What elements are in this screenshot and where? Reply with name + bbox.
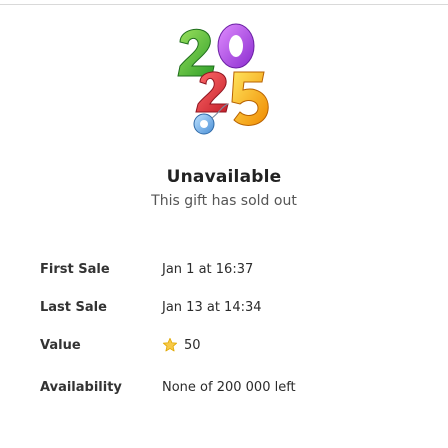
first-sale-row: First Sale Jan 1 at 16:37	[40, 250, 420, 288]
star-icon	[162, 337, 178, 352]
status-title: Unavailable	[166, 167, 282, 187]
value-amount: 50	[184, 337, 201, 353]
value-label: Value	[40, 337, 81, 353]
gift-details-screen: Unavailable This gift has sold out First…	[0, 0, 448, 448]
first-sale-value: Jan 1 at 16:37	[162, 261, 254, 277]
availability-value: None of 200 000 left	[162, 379, 296, 395]
value-amount-wrap: 50	[162, 337, 201, 353]
availability-row: Availability None of 200 000 left	[40, 364, 420, 410]
status-subtitle: This gift has sold out	[151, 193, 297, 209]
value-row: Value 50	[40, 326, 420, 364]
top-divider	[0, 4, 448, 5]
gift-sticker-icon	[177, 23, 269, 135]
first-sale-label: First Sale	[40, 261, 110, 277]
last-sale-value: Jan 13 at 14:34	[162, 299, 262, 315]
availability-label: Availability	[40, 379, 122, 395]
gift-info-table: First Sale Jan 1 at 16:37 Last Sale Jan …	[40, 250, 420, 410]
last-sale-label: Last Sale	[40, 299, 107, 315]
last-sale-row: Last Sale Jan 13 at 14:34	[40, 288, 420, 326]
